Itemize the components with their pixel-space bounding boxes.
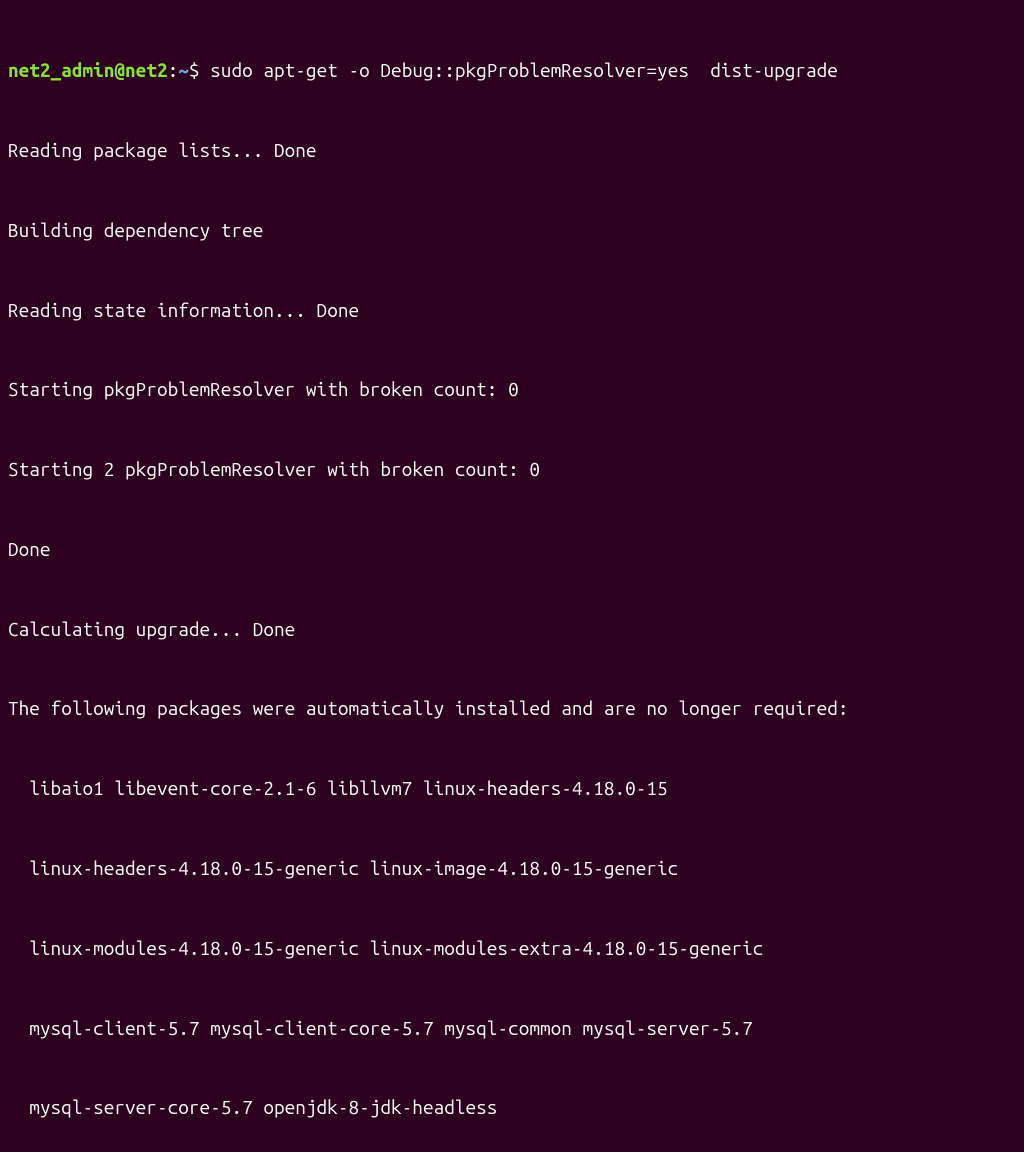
command-line: net2_admin@net2:~$ sudo apt-get -o Debug… [8,57,1016,84]
prompt-dollar: $ [189,59,210,81]
output-line: Done [8,536,1016,563]
prompt-user-host: net2_admin@net2 [8,59,168,81]
output-line: libaio1 libevent-core-2.1-6 libllvm7 lin… [8,775,1016,802]
output-line: Reading package lists... Done [8,137,1016,164]
prompt-path: ~ [178,59,189,81]
output-line: mysql-server-core-5.7 openjdk-8-jdk-head… [8,1094,1016,1121]
terminal-window[interactable]: net2_admin@net2:~$ sudo apt-get -o Debug… [8,4,1016,1152]
output-line: Calculating upgrade... Done [8,616,1016,643]
output-line: linux-modules-4.18.0-15-generic linux-mo… [8,935,1016,962]
output-line: Reading state information... Done [8,297,1016,324]
output-line: linux-headers-4.18.0-15-generic linux-im… [8,855,1016,882]
output-line: The following packages were automaticall… [8,695,1016,722]
output-line: Starting 2 pkgProblemResolver with broke… [8,456,1016,483]
command-text: sudo apt-get -o Debug::pkgProblemResolve… [210,59,838,81]
output-line: Starting pkgProblemResolver with broken … [8,376,1016,403]
output-line: Building dependency tree [8,217,1016,244]
prompt-colon: : [168,59,179,81]
output-line: mysql-client-5.7 mysql-client-core-5.7 m… [8,1015,1016,1042]
